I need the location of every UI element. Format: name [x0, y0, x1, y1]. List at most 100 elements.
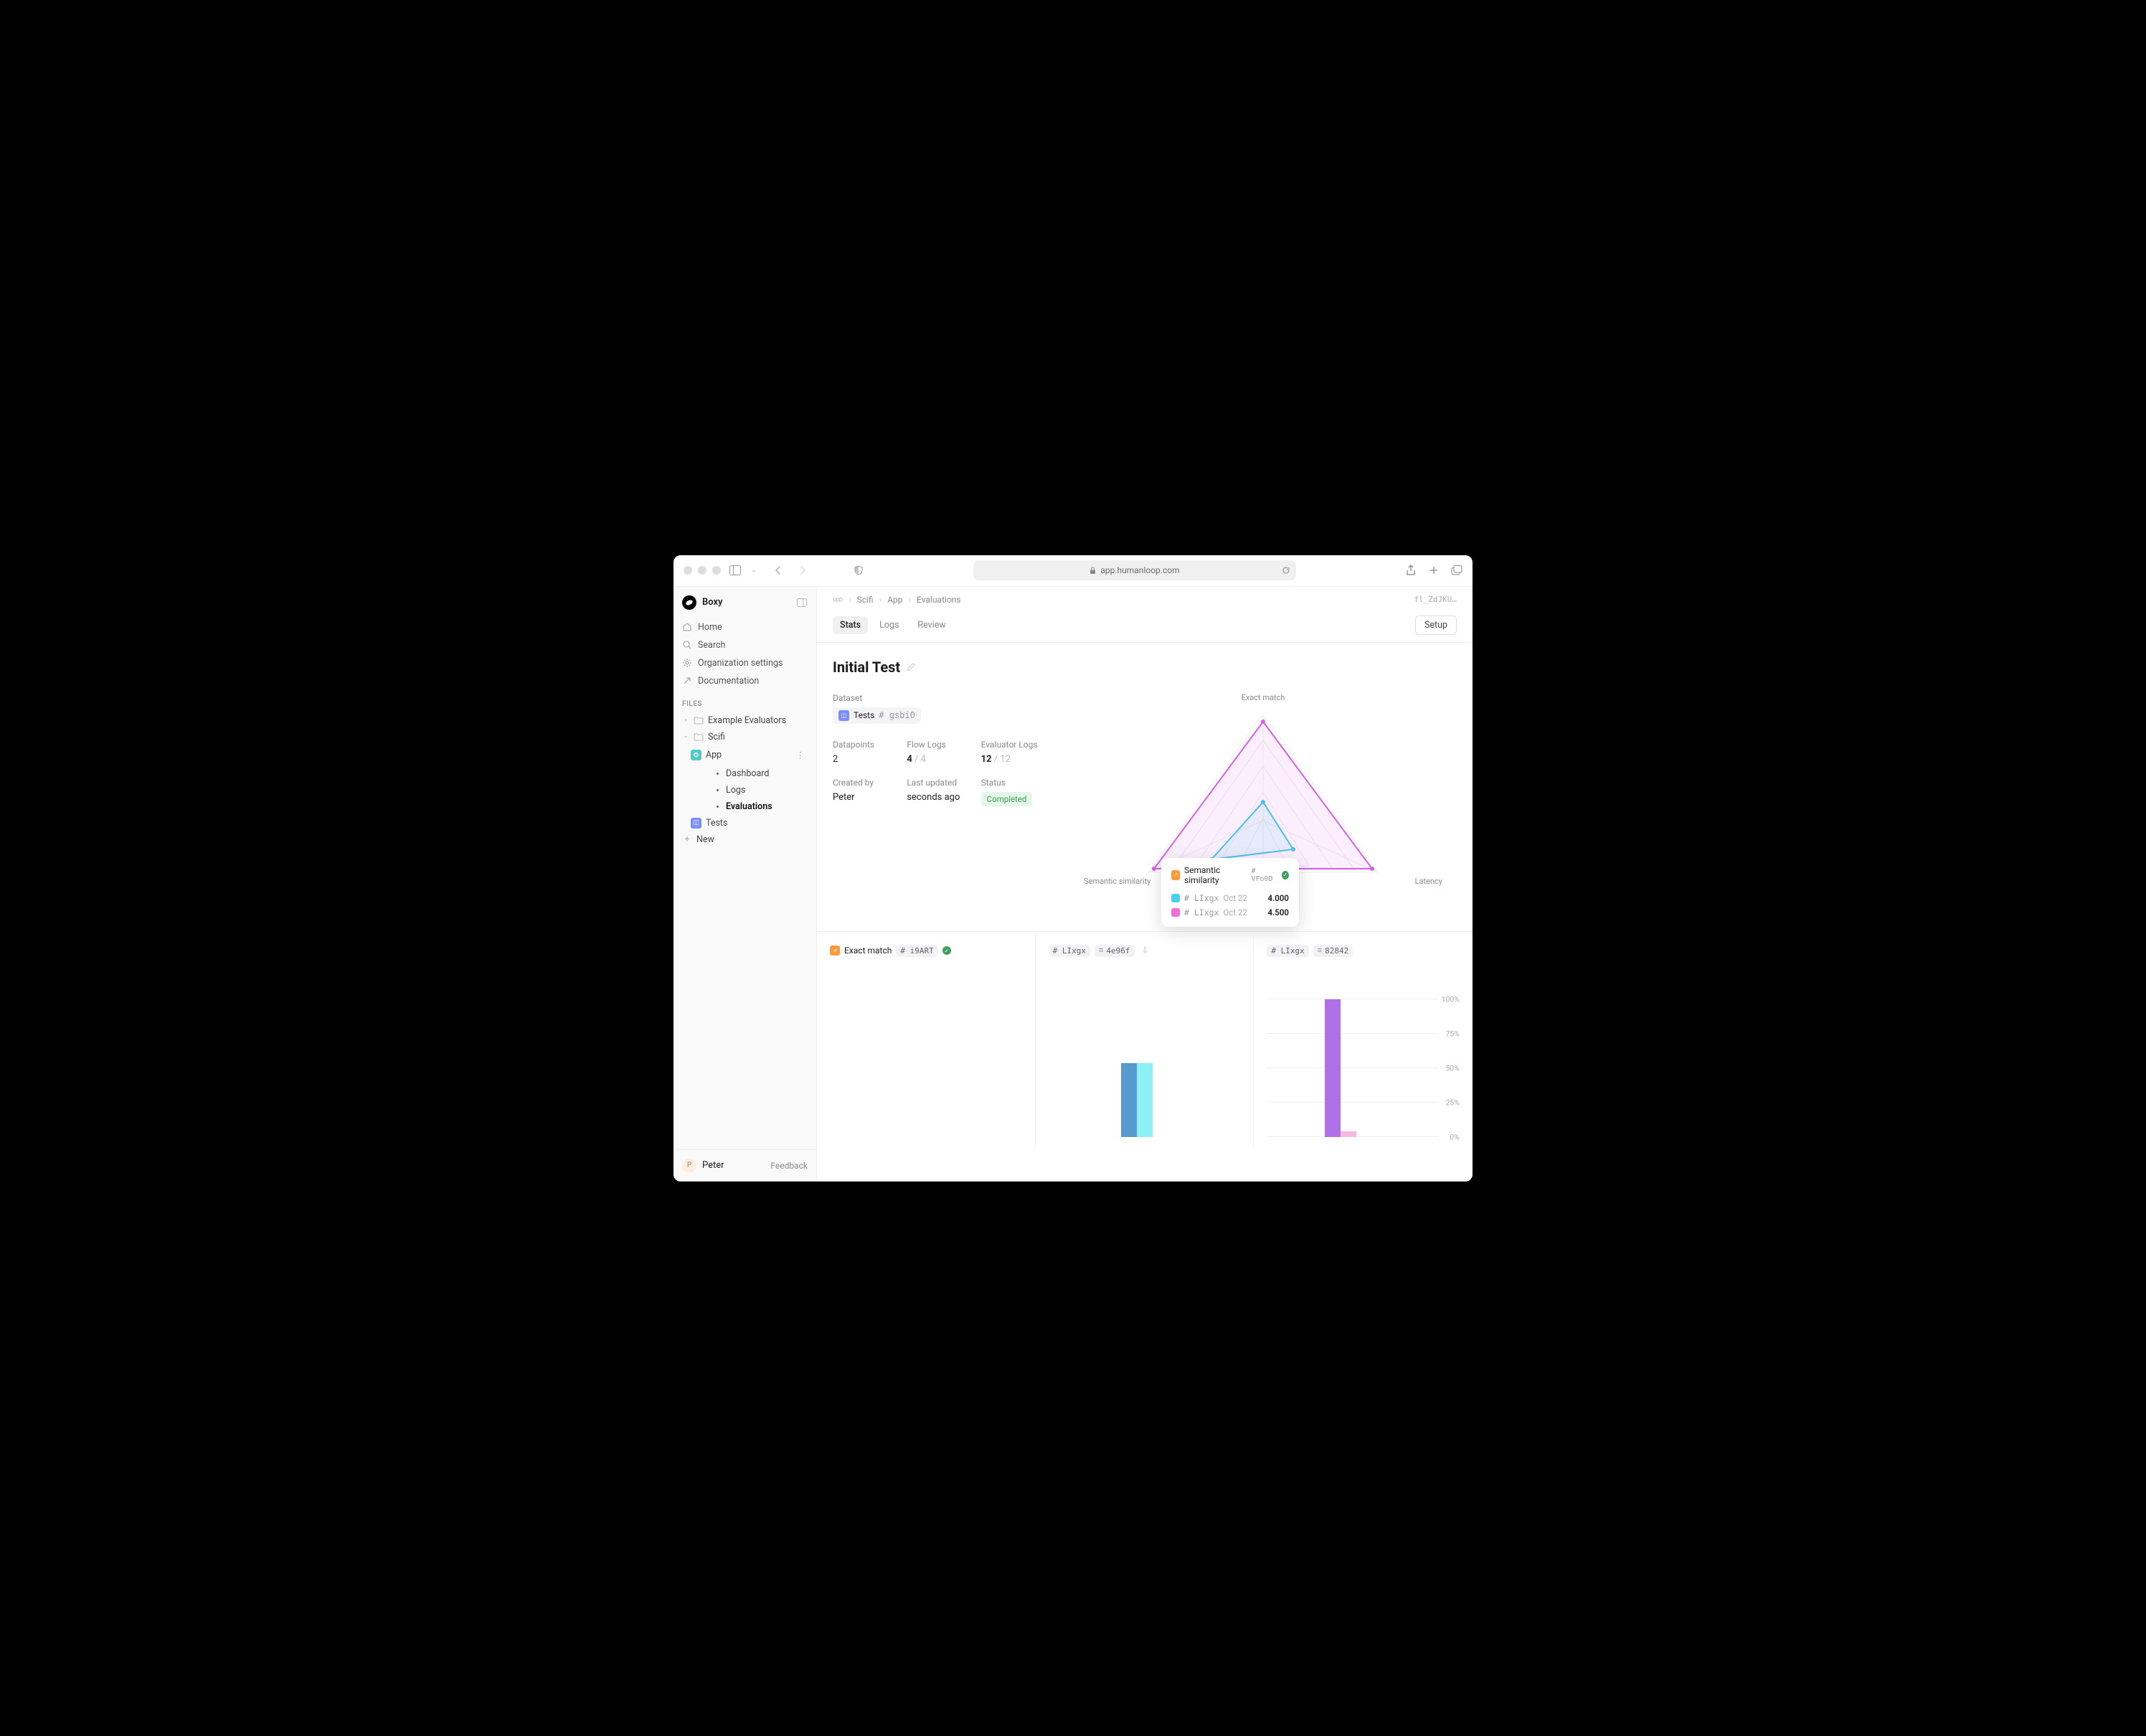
sidebar-item-org-settings[interactable]: Organization settings [673, 654, 816, 672]
file-logs[interactable]: Logs [673, 782, 816, 798]
resource-id: fl_ZdJKU… [1414, 595, 1457, 604]
radar-axis-right: Latency [1415, 877, 1442, 886]
dataset-label: Dataset [833, 693, 1055, 703]
main-area: › Scifi › App › Evaluations fl_ZdJKU… St… [817, 587, 1473, 1181]
close-dot[interactable] [684, 566, 692, 575]
tab-logs[interactable]: Logs [872, 616, 906, 634]
brand-logo [682, 595, 696, 610]
file-dashboard[interactable]: Dashboard [673, 765, 816, 782]
plus-icon: + [682, 834, 692, 845]
lock-icon [1089, 567, 1096, 575]
edit-title-icon[interactable] [906, 662, 916, 672]
file-app[interactable]: ⊙ App ⋮ [673, 745, 816, 765]
bullet-icon [717, 773, 719, 775]
chevron-down-icon[interactable]: ⌄ [748, 565, 760, 576]
breadcrumb-row: › Scifi › App › Evaluations fl_ZdJKU… [817, 587, 1473, 613]
side-label: Home [698, 622, 722, 633]
last-updated-value: seconds ago [907, 792, 980, 803]
radar-chart: Exact match Latency Semantic similarity … [1069, 693, 1457, 915]
home-icon [682, 622, 692, 632]
tab-stats[interactable]: Stats [833, 616, 868, 634]
titlebar: ⌄ app.humanloop.com [673, 555, 1473, 587]
tests-icon: ◫ [691, 818, 701, 829]
charts-row: ↗ Exact match # i9ART ✓ # LIxgx 4e96f ⇩ [817, 931, 1473, 1147]
sidebar-item-docs[interactable]: Documentation [673, 672, 816, 690]
last-updated-label: Last updated [907, 778, 980, 788]
sidebar-footer: P Peter Feedback [673, 1149, 816, 1181]
crumb-app[interactable]: App [887, 595, 902, 605]
y-tick: 0% [1450, 1132, 1460, 1141]
chart-exact-match: ↗ Exact match # i9ART ✓ [817, 932, 1036, 1147]
max-dot[interactable] [712, 566, 721, 575]
shield-icon[interactable] [853, 565, 864, 576]
chevron-right-icon[interactable]: › [682, 717, 689, 724]
file-new[interactable]: + New [673, 831, 816, 848]
commit-chip: 4e96f [1095, 945, 1135, 957]
y-tick: 75% [1445, 1029, 1460, 1038]
evaluator-icon: ↗ [1171, 870, 1180, 880]
plus-icon[interactable] [1428, 565, 1440, 576]
bullet-icon [717, 789, 719, 791]
eval-logs-label: Evaluator Logs [981, 740, 1055, 750]
radar-axis-top: Exact match [1242, 693, 1285, 702]
side-label: Search [698, 640, 725, 651]
pin-icon[interactable]: ⇩ [1142, 945, 1149, 956]
swatch-pink [1171, 908, 1180, 917]
chevron-down-icon[interactable]: › [682, 733, 689, 740]
side-label: Documentation [698, 676, 759, 687]
forward-icon[interactable] [797, 565, 808, 576]
dataset-chip[interactable]: ◫ Tests # gsbiO [833, 707, 921, 724]
eval-logs-value: 12 / 12 [981, 754, 1055, 765]
series-hash: # LIxgx [1049, 945, 1090, 957]
file-evaluations[interactable]: Evaluations [673, 798, 816, 815]
commit-chip: 82842 [1313, 945, 1353, 957]
traffic-lights[interactable] [684, 566, 721, 575]
tabs-icon[interactable] [1451, 565, 1462, 576]
radar-axis-left: Semantic similarity [1084, 877, 1150, 886]
feedback-link[interactable]: Feedback [770, 1161, 808, 1171]
meta-panel: Dataset ◫ Tests # gsbiO Datapoints 2 [833, 693, 1055, 915]
app-icon: ⊙ [691, 750, 701, 760]
app-menu-icon[interactable]: ⋮ [793, 748, 808, 763]
series-hash: # LIxgx [1267, 945, 1308, 957]
chart-lixgx-2: # LIxgx 82842 100% 75% 50% 25 [1254, 932, 1473, 1147]
file-scifi[interactable]: › Scifi [673, 729, 816, 745]
sidebar-item-search[interactable]: Search [673, 636, 816, 654]
status-badge: Completed [981, 792, 1033, 806]
page-title: Initial Test [833, 659, 900, 676]
y-tick: 50% [1445, 1063, 1460, 1072]
flow-logs-label: Flow Logs [907, 740, 980, 750]
folder-icon [694, 716, 704, 725]
back-icon[interactable] [772, 565, 784, 576]
user-avatar[interactable]: P [682, 1159, 696, 1173]
sidebar: Boxy Home Search Organization settings D… [673, 587, 817, 1181]
datapoints-value: 2 [833, 754, 907, 765]
file-tests[interactable]: ◫ Tests [673, 815, 816, 831]
address-bar[interactable]: app.humanloop.com [973, 560, 1296, 580]
refresh-icon[interactable] [1282, 566, 1290, 575]
setup-button[interactable]: Setup [1415, 615, 1457, 635]
evaluator-icon: ↗ [830, 945, 840, 956]
datapoints-label: Datapoints [833, 740, 907, 750]
side-label: Organization settings [698, 658, 783, 669]
dataset-icon: ◫ [838, 710, 849, 721]
flow-logs-value: 4 / 4 [907, 754, 980, 765]
bullet-icon [717, 806, 719, 808]
min-dot[interactable] [698, 566, 706, 575]
created-by-label: Created by [833, 778, 907, 788]
browser-window: ⌄ app.humanloop.com [673, 555, 1473, 1181]
files-section-label: FILES [673, 690, 816, 712]
breadcrumb-root-icon[interactable] [833, 595, 843, 604]
crumb-scifi[interactable]: Scifi [857, 595, 874, 605]
tab-review[interactable]: Review [910, 616, 953, 634]
sidebar-toggle-icon[interactable] [729, 565, 741, 576]
status-label: Status [981, 778, 1055, 788]
panel-toggle-icon[interactable] [796, 597, 808, 608]
radar-tooltip: ↗ Semantic similarity # VFo0D ✓ # LIxgx … [1161, 858, 1299, 927]
file-example-evaluators[interactable]: › Example Evaluators [673, 712, 816, 729]
share-icon[interactable] [1405, 565, 1417, 576]
y-tick: 100% [1442, 994, 1460, 1004]
search-icon [682, 640, 692, 650]
crumb-evaluations[interactable]: Evaluations [917, 595, 961, 605]
sidebar-item-home[interactable]: Home [673, 618, 816, 636]
